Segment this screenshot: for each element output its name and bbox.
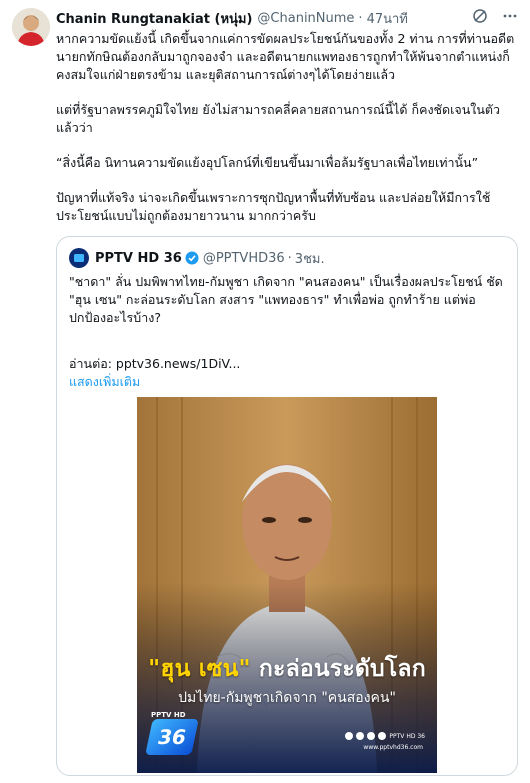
grok-icon[interactable]: [472, 8, 488, 24]
show-more-link[interactable]: แสดงเพิ่มเติม: [69, 373, 140, 391]
line-icon: [367, 732, 376, 740]
media-headline-highlight: "ฮุน เซน": [148, 656, 251, 682]
tweet-paragraph: ปัญหาที่แท้จริง น่าจะเกิดขึ้นเพราะการซุก…: [56, 190, 491, 223]
tweet-header: Chanin Rungtanakiat (หนุ่ม) @ChaninNume …: [56, 8, 518, 28]
separator-dot: ·: [358, 10, 363, 26]
tweet-text: หากความขัดแย้งนี้ เกิดขึ้นจากแค่การขัดผล…: [56, 30, 516, 242]
tweet-paragraph: หากความขัดแย้งนี้ เกิดขึ้นจากแค่การขัดผล…: [56, 31, 515, 82]
more-icon[interactable]: [502, 8, 518, 24]
quoted-tweet-timestamp[interactable]: 3ชม.: [295, 248, 325, 269]
pptv-avatar[interactable]: [69, 248, 89, 268]
read-more-link[interactable]: อ่านต่อ: pptv36.news/1DiV...: [69, 355, 240, 373]
x-icon: [356, 732, 365, 740]
youtube-icon: [378, 732, 387, 740]
media-social-row: PPTV HD 36: [345, 732, 425, 740]
media-website: www.pptvhd36.com: [363, 744, 423, 751]
author-handle[interactable]: @ChaninNume: [257, 11, 354, 26]
facebook-icon: [345, 732, 354, 740]
quoted-author-handle[interactable]: @PPTVHD36: [203, 251, 285, 266]
tweet-paragraph: “สิ่งนี้คือ นิทานความขัดแย้งอุปโลกน์ที่เ…: [56, 155, 479, 170]
author-name[interactable]: Chanin Rungtanakiat (หนุ่ม): [56, 8, 252, 29]
media-headline-rest: กะล่อนระดับโลก: [250, 656, 426, 682]
author-avatar[interactable]: [12, 8, 50, 46]
media-subheadline: ปมไทย-กัมพูชาเกิดจาก "คนสองคน": [178, 690, 396, 706]
quoted-tweet-text: "ชาดา" ลั่น ปมพิพาทไทย-กัมพูชา เกิดจาก "…: [69, 273, 509, 327]
quoted-tweet-header: PPTV HD 36 @PPTVHD36 · 3ชม.: [69, 248, 325, 269]
media-logo-label: PPTV HD: [151, 711, 186, 719]
pptv-logo: 36: [145, 719, 199, 755]
quoted-tweet-card[interactable]: PPTV HD 36 @PPTVHD36 · 3ชม. "ชาดา" ลั่น …: [56, 236, 518, 776]
media-social-label: PPTV HD 36: [389, 732, 425, 740]
header-actions: [472, 8, 518, 24]
verified-badge-icon: [185, 251, 199, 265]
quoted-tweet-body: "ชาดา" ลั่น ปมพิพาทไทย-กัมพูชา เกิดจาก "…: [69, 274, 503, 325]
media-headline: "ฮุน เซน" กะล่อนระดับโลก: [137, 651, 437, 687]
quoted-author-name[interactable]: PPTV HD 36: [95, 251, 182, 266]
tweet-timestamp[interactable]: 47นาที: [367, 8, 408, 29]
quoted-tweet-image[interactable]: "ฮุน เซน" กะล่อนระดับโลก ปมไทย-กัมพูชาเก…: [137, 397, 437, 773]
separator-dot: ·: [287, 250, 292, 266]
tweet-paragraph: แต่ที่รัฐบาลพรรคภูมิใจไทย ยังไม่สามารถคล…: [56, 102, 501, 135]
